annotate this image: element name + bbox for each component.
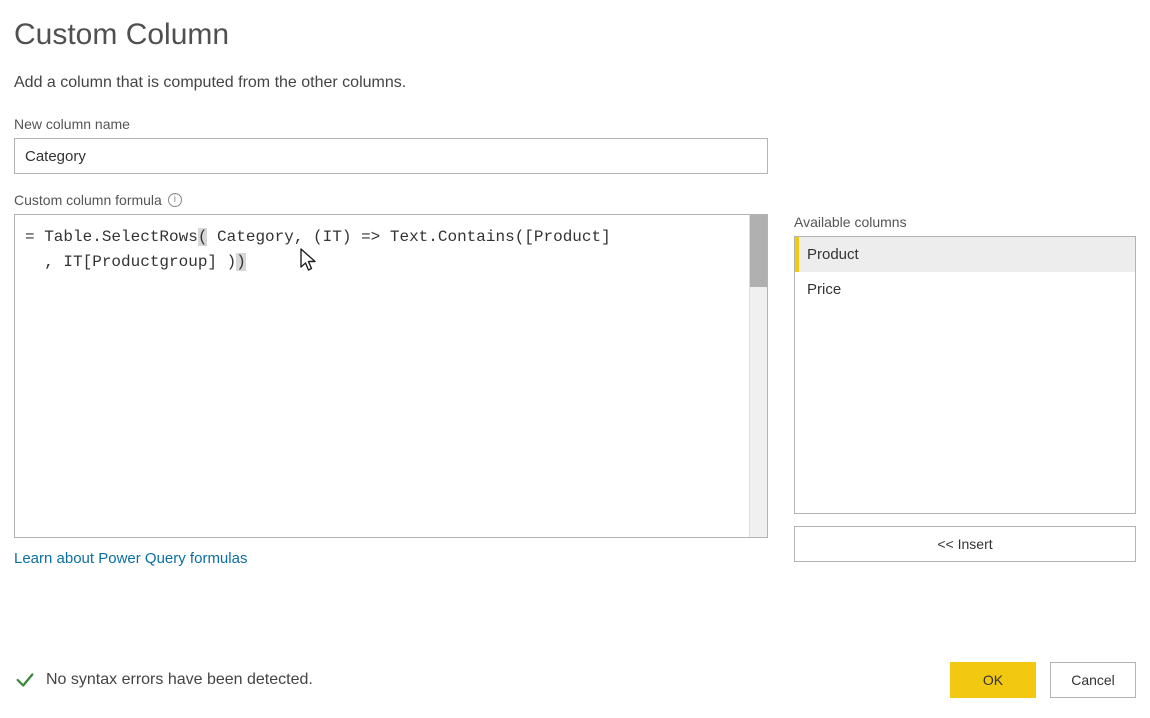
formula-text: = Table.SelectRows( Category, (IT) => Te… bbox=[15, 215, 767, 285]
available-columns-list[interactable]: Product Price bbox=[794, 236, 1136, 514]
formula-editor[interactable]: = Table.SelectRows( Category, (IT) => Te… bbox=[14, 214, 768, 538]
scrollbar[interactable] bbox=[749, 215, 767, 537]
insert-button[interactable]: << Insert bbox=[794, 526, 1136, 562]
formula-label: Custom column formula bbox=[14, 192, 162, 208]
scrollbar-thumb[interactable] bbox=[750, 215, 767, 287]
info-icon[interactable]: i bbox=[168, 193, 182, 207]
dialog-title: Custom Column bbox=[14, 18, 1136, 52]
status-bar: No syntax errors have been detected. bbox=[14, 669, 313, 691]
learn-link[interactable]: Learn about Power Query formulas bbox=[14, 550, 247, 567]
dialog-subtitle: Add a column that is computed from the o… bbox=[14, 74, 1136, 92]
available-columns-label: Available columns bbox=[794, 214, 1136, 230]
new-column-name-input[interactable] bbox=[14, 138, 768, 174]
new-column-name-label: New column name bbox=[14, 116, 1136, 132]
cancel-button[interactable]: Cancel bbox=[1050, 662, 1136, 698]
list-item[interactable]: Product bbox=[795, 237, 1135, 272]
check-icon bbox=[14, 669, 36, 691]
status-text: No syntax errors have been detected. bbox=[46, 671, 313, 689]
list-item[interactable]: Price bbox=[795, 272, 1135, 307]
ok-button[interactable]: OK bbox=[950, 662, 1036, 698]
